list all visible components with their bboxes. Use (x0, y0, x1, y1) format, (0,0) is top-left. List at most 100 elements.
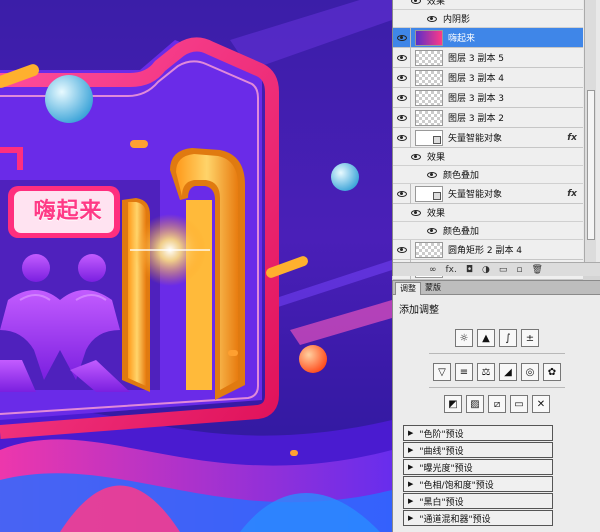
expand-arrow-icon[interactable]: ▶ (408, 463, 413, 471)
mixer-icon[interactable]: ✿ (543, 363, 561, 381)
expand-arrow-icon[interactable]: ▶ (408, 429, 413, 437)
preset-label: "曝光度"预设 (419, 463, 473, 474)
effect-label: 内阴影 (443, 15, 471, 25)
divider (429, 387, 565, 388)
adjustment-icon[interactable]: ◑ (482, 265, 490, 275)
preset-item[interactable]: ▶ "曲线"预设 (403, 442, 553, 458)
photo-filter-icon[interactable]: ◎ (521, 363, 539, 381)
preset-label: "曲线"预设 (419, 446, 464, 457)
preset-item[interactable]: ▶ "色阶"预设 (403, 425, 553, 441)
curves-icon[interactable]: ∫ (499, 329, 517, 347)
expand-arrow-icon[interactable]: ▶ (408, 446, 413, 454)
expand-arrow-icon[interactable]: ▶ (408, 497, 413, 505)
posterize-icon[interactable]: ▨ (466, 395, 484, 413)
eye-icon[interactable] (423, 10, 441, 28)
selective-color-icon[interactable]: ✕ (532, 395, 550, 413)
eye-icon[interactable] (423, 166, 441, 184)
effects-row[interactable]: 效果 (393, 204, 583, 222)
hue-icon[interactable]: ≡ (455, 363, 473, 381)
divider (429, 353, 565, 354)
brightness-icon[interactable]: ☼ (455, 329, 473, 347)
link-icon[interactable]: ∞ (429, 265, 437, 275)
eye-icon[interactable] (393, 107, 411, 128)
eye-icon[interactable] (393, 67, 411, 88)
new-layer-icon[interactable]: ▫ (516, 265, 522, 275)
scrollbar-thumb[interactable] (587, 90, 595, 240)
eye-icon[interactable] (407, 0, 425, 10)
layer-row[interactable]: 矢量智能对象 fx (393, 127, 583, 148)
effects-row[interactable]: 效果 (393, 148, 583, 166)
balance-icon[interactable]: ⚖ (477, 363, 495, 381)
effect-label: 颜色叠加 (443, 171, 480, 181)
preset-item[interactable]: ▶ "通道混和器"预设 (403, 510, 553, 526)
preset-item[interactable]: ▶ "曝光度"预设 (403, 459, 553, 475)
smart-object-thumbnail (415, 185, 443, 202)
eye-icon[interactable] (393, 27, 411, 48)
tab-adjust[interactable]: 调整 (395, 282, 421, 295)
adjust-row-3: ◩ ▨ ⧄ ▭ ✕ (393, 395, 600, 413)
layer-name: 图层 3 副本 4 (448, 74, 505, 84)
smart-object-thumbnail (415, 129, 443, 146)
invert-icon[interactable]: ◩ (444, 395, 462, 413)
layer-name: 图层 3 副本 2 (448, 114, 505, 124)
layer-thumbnail (415, 69, 443, 86)
layer-thumbnail (415, 49, 443, 66)
adjust-row-1: ☼ ▲ ∫ ± (393, 329, 600, 347)
eye-icon[interactable] (393, 47, 411, 68)
layer-row[interactable]: 图层 3 副本 3 (393, 87, 583, 108)
fx-icon[interactable]: fx (567, 189, 577, 199)
effect-item[interactable]: 内阴影 (393, 10, 583, 28)
layers-panel: 效果 内阴影 嗨起来 图层 3 副本 5 图层 3 副本 4 图层 3 副本 3 图层 3 … (392, 0, 600, 280)
layer-name: 嗨起来 (448, 34, 476, 44)
layer-row[interactable]: 图层 3 副本 5 (393, 47, 583, 68)
effect-label: 效果 (427, 0, 446, 7)
effects-row[interactable]: 效果 (393, 0, 583, 10)
adjustments-panel: 调整 蒙版 添加调整 ☼ ▲ ∫ ± ▽ ≡ ⚖ ◢ ◎ ✿ ◩ ▨ ⧄ ▭ ✕… (392, 280, 600, 532)
layers-scrollbar[interactable] (584, 0, 596, 262)
preset-label: "通道混和器"预设 (419, 514, 491, 525)
eye-icon[interactable] (407, 148, 425, 166)
fx-icon[interactable]: fx (567, 133, 577, 143)
effect-label: 效果 (427, 153, 446, 163)
layer-row[interactable]: 矢量智能对象 fx (393, 183, 583, 204)
levels-icon[interactable]: ▲ (477, 329, 495, 347)
effect-label: 效果 (427, 209, 446, 219)
bw-icon[interactable]: ◢ (499, 363, 517, 381)
artwork (0, 0, 392, 532)
layer-thumbnail (415, 89, 443, 106)
adjust-tabs: 调整 蒙版 (393, 281, 600, 295)
eye-icon[interactable] (393, 239, 411, 260)
effect-item[interactable]: 颜色叠加 (393, 166, 583, 184)
folder-icon[interactable]: ▭ (499, 265, 508, 275)
eye-icon[interactable] (393, 183, 411, 204)
layer-name: 图层 3 副本 3 (448, 94, 505, 104)
expand-arrow-icon[interactable]: ▶ (408, 480, 413, 488)
gradient-map-icon[interactable]: ▭ (510, 395, 528, 413)
layer-row[interactable]: 图层 3 副本 2 (393, 107, 583, 128)
layer-thumbnail (415, 109, 443, 126)
eye-icon[interactable] (423, 222, 441, 240)
slogan-text: 嗨起来 (33, 199, 103, 224)
layer-row[interactable]: 图层 3 副本 4 (393, 67, 583, 88)
exposure-icon[interactable]: ± (521, 329, 539, 347)
preset-item[interactable]: ▶ "黑白"预设 (403, 493, 553, 509)
eye-icon[interactable] (393, 87, 411, 108)
layer-row[interactable]: 嗨起来 (393, 27, 583, 48)
document-canvas[interactable]: 嗨起来 (0, 0, 392, 532)
layer-row[interactable]: 圆角矩形 2 副本 4 (393, 239, 583, 260)
vibrance-icon[interactable]: ▽ (433, 363, 451, 381)
fx-button[interactable]: fx. (446, 265, 457, 275)
trash-icon[interactable]: 🗑 (531, 265, 542, 275)
eye-icon[interactable] (407, 204, 425, 222)
threshold-icon[interactable]: ⧄ (488, 395, 506, 413)
layer-thumbnail (415, 241, 443, 258)
preset-item[interactable]: ▶ "色相/饱和度"预设 (403, 476, 553, 492)
eye-icon[interactable] (393, 127, 411, 148)
effect-item[interactable]: 颜色叠加 (393, 222, 583, 240)
tab-mask[interactable]: 蒙版 (421, 282, 445, 295)
layer-name: 矢量智能对象 (448, 134, 503, 144)
mask-icon[interactable]: ◘ (466, 265, 473, 275)
layers-toolbar: ∞ fx. ◘ ◑ ▭ ▫ 🗑 (393, 262, 600, 276)
effect-label: 颜色叠加 (443, 227, 480, 237)
expand-arrow-icon[interactable]: ▶ (408, 514, 413, 522)
